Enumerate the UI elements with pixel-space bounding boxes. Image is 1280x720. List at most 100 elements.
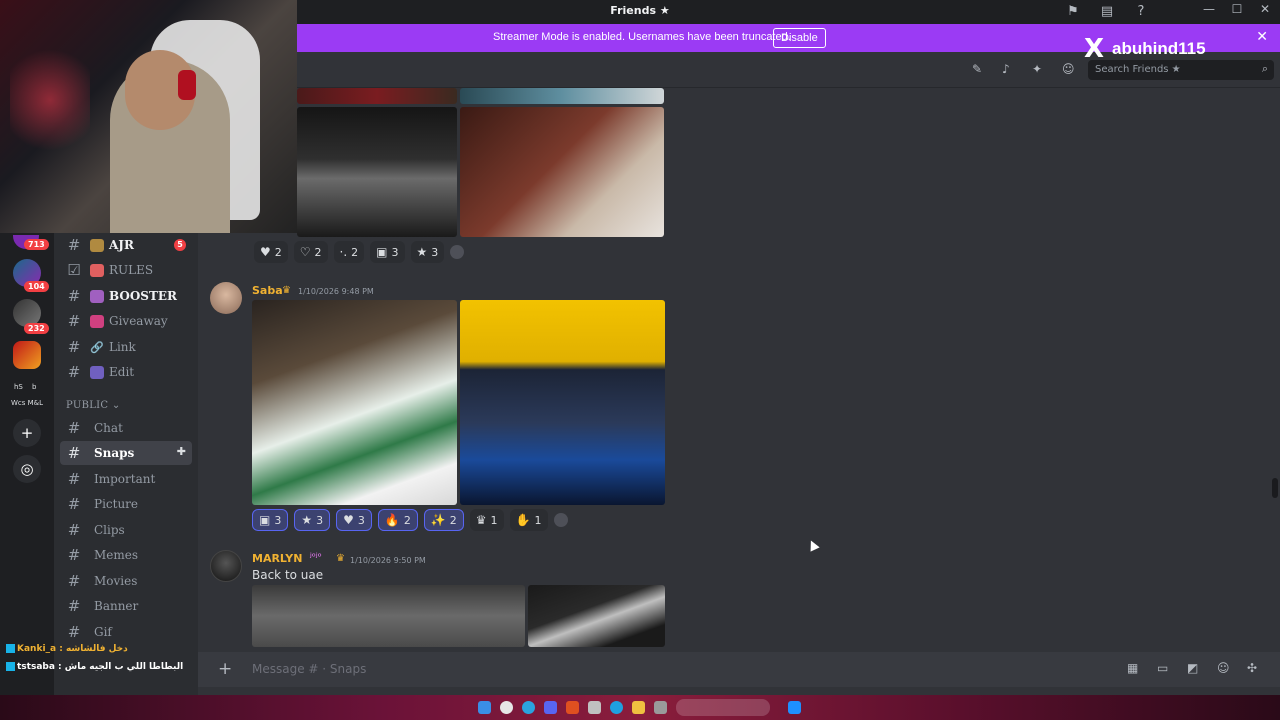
hash-icon: #	[67, 546, 81, 564]
add-reaction-icon[interactable]	[450, 245, 465, 259]
reaction-button[interactable]: ★ 3	[410, 241, 445, 263]
taskbar-app-icon[interactable]	[610, 701, 623, 714]
channel-item[interactable]: ☑ RULES	[60, 258, 192, 282]
channel-item[interactable]: # 🔗 Link	[60, 335, 192, 359]
hash-icon: #	[67, 312, 81, 330]
windows-start-icon[interactable]	[788, 701, 801, 714]
taskbar-search[interactable]	[676, 699, 770, 716]
attachment-image[interactable]	[252, 300, 457, 505]
server-folder-label: Wcs M&L	[11, 399, 44, 407]
attachment-image[interactable]	[297, 107, 457, 237]
channel-item[interactable]: # Giveaway	[60, 309, 192, 333]
taskbar-app-icon[interactable]	[544, 701, 557, 714]
channel-item[interactable]: # Gif	[60, 620, 192, 644]
reaction-button[interactable]: ▣ 3	[252, 509, 289, 531]
channel-list: # AJR 5 ☑ RULES # BOOSTER # Giveaway # 🔗…	[54, 233, 198, 695]
invite-member-icon[interactable]: ✚	[177, 445, 186, 458]
hash-icon: #	[67, 338, 81, 356]
attach-plus-icon[interactable]: +	[218, 659, 232, 679]
taskbar-app-icon[interactable]	[478, 701, 491, 714]
reaction-button[interactable]: ✋ 1	[509, 509, 548, 531]
hash-icon: #	[67, 597, 81, 615]
attachment-image[interactable]	[528, 585, 665, 647]
server-folder-label: b	[32, 383, 37, 391]
attachment-image[interactable]	[460, 300, 665, 505]
taskbar-app-icon[interactable]	[500, 701, 513, 714]
taskbar-app-icon[interactable]	[522, 701, 535, 714]
minimize-button[interactable]: —	[1202, 2, 1216, 16]
add-reaction-icon[interactable]	[553, 513, 568, 527]
message-area: ✎ ♪ ✦ ☺ Search Friends ★ ⌕ ♥ 2 ♡ 2 ·. 2 ▣ 3 …	[198, 52, 1280, 695]
message-author[interactable]: MARLYN	[252, 552, 302, 565]
taskbar-app-icon[interactable]	[654, 701, 667, 714]
add-server-icon[interactable]: +	[13, 419, 41, 447]
reaction-button[interactable]: ♥ 2	[254, 241, 288, 263]
taskbar-app-icon[interactable]	[632, 701, 645, 714]
channel-item[interactable]: # Banner	[60, 594, 192, 618]
reaction-button[interactable]: ▣ 3	[370, 241, 405, 263]
hash-icon: #	[67, 236, 81, 254]
apps-icon[interactable]: ✣	[1247, 661, 1257, 675]
notifications-icon[interactable]: ♪	[1002, 62, 1010, 76]
maximize-button[interactable]: ☐	[1230, 2, 1244, 16]
channel-item[interactable]: # Chat	[60, 416, 192, 440]
gift-icon[interactable]: ▦	[1127, 661, 1138, 675]
channel-label: Link	[109, 340, 136, 354]
crown-icon: ♛	[282, 285, 291, 296]
message-author[interactable]: Saba	[252, 284, 283, 297]
webcam-overlay	[0, 0, 297, 233]
reaction-button[interactable]: ✨ 2	[423, 509, 464, 531]
emoji-icon[interactable]: ☺	[1217, 661, 1230, 675]
close-window-button[interactable]: ✕	[1258, 2, 1272, 16]
scrollbar-thumb[interactable]	[1272, 478, 1278, 498]
channel-item[interactable]: # AJR 5	[60, 233, 192, 257]
pin-icon[interactable]: ✦	[1032, 62, 1042, 76]
channel-item[interactable]: # Edit	[60, 360, 192, 384]
reaction-button[interactable]: ·. 2	[333, 241, 365, 263]
member-list-icon[interactable]: ☺	[1062, 62, 1075, 76]
attachment-image[interactable]	[252, 585, 525, 647]
reaction-button[interactable]: ♡ 2	[293, 241, 328, 263]
channel-item-active[interactable]: # Snaps ✚	[60, 441, 192, 465]
attachment-image[interactable]	[460, 107, 664, 237]
discover-icon[interactable]: ◎	[13, 455, 41, 483]
avatar[interactable]	[210, 550, 242, 582]
reaction-button[interactable]: ★ 3	[294, 509, 331, 531]
attachment-image[interactable]	[460, 88, 664, 104]
channel-emoji-icon	[90, 365, 104, 379]
channel-item[interactable]: # Picture	[60, 492, 192, 516]
avatar[interactable]	[210, 282, 242, 314]
threads-icon[interactable]: ✎	[972, 62, 982, 76]
channel-label: Movies	[94, 574, 138, 588]
composer-placeholder: Message # · Snaps	[252, 662, 367, 676]
hash-icon: #	[67, 521, 81, 539]
server-icon[interactable]	[13, 341, 41, 369]
help-icon[interactable]: ?	[1132, 3, 1150, 21]
channel-emoji-icon	[90, 289, 104, 303]
message-timestamp: 1/10/2026 9:50 PM	[350, 556, 426, 565]
unread-badge: 104	[24, 281, 49, 292]
reaction-button[interactable]: 🔥 2	[377, 509, 418, 531]
channel-label: Clips	[94, 523, 125, 537]
channel-item[interactable]: # Memes	[60, 543, 192, 567]
channel-item[interactable]: # Movies	[60, 569, 192, 593]
hash-icon: #	[67, 470, 81, 488]
channel-label: Chat	[94, 421, 123, 435]
channel-item[interactable]: # BOOSTER	[60, 284, 192, 308]
close-banner-icon[interactable]: ✕	[1256, 29, 1268, 45]
reaction-button[interactable]: ♛ 1	[469, 509, 504, 531]
reaction-button[interactable]: ♥ 3	[336, 509, 372, 531]
taskbar-app-icon[interactable]	[566, 701, 579, 714]
hash-icon: #	[67, 419, 81, 437]
category-header[interactable]: PUBLIC ⌄	[66, 400, 121, 411]
attachment-image[interactable]	[297, 88, 457, 104]
gif-icon[interactable]: ▭	[1157, 661, 1168, 675]
message-composer[interactable]: + Message # · Snaps ▦ ▭ ◩ ☺ ✣	[198, 652, 1280, 687]
channel-item[interactable]: # Important	[60, 467, 192, 491]
inbox-icon[interactable]: ▤	[1098, 3, 1116, 21]
taskbar-app-icon[interactable]	[588, 701, 601, 714]
flag-icon[interactable]: ⚑	[1064, 3, 1082, 21]
sticker-icon[interactable]: ◩	[1187, 661, 1198, 675]
disable-streamer-mode-button[interactable]: Disable	[773, 28, 826, 48]
channel-item[interactable]: # Clips	[60, 518, 192, 542]
